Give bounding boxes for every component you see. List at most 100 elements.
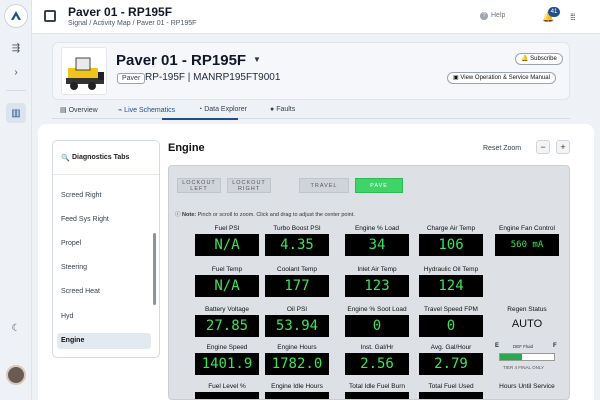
diag-item-screed-right[interactable]: Screed Right	[57, 188, 151, 204]
rail-divider	[6, 90, 26, 91]
asset-model-serial: RP-195F | MANRP195FT9001	[145, 72, 281, 83]
avatar[interactable]	[6, 365, 26, 385]
reset-zoom-button[interactable]: Reset Zoom	[483, 145, 521, 152]
gauge-label: Total Fuel Used	[428, 383, 474, 390]
left-rail: ⇶ › ▥ ☾	[0, 0, 32, 400]
dark-mode-icon[interactable]: ☾	[6, 318, 26, 338]
def-empty-label: E	[495, 343, 500, 349]
gauge-hours-until-service: Hours Until Service	[495, 382, 559, 391]
gauge-value: 4.35	[265, 234, 329, 256]
zoom-note: ⓘ Note: Pinch or scroll to zoom. Click a…	[175, 210, 355, 218]
gauge-label: Fuel Temp	[211, 266, 243, 273]
diagnostics-scrollbar[interactable]	[153, 233, 156, 305]
lockout-left-button[interactable]: LOCKOUT LEFT	[177, 178, 221, 193]
gauge-value: 34	[345, 234, 409, 256]
zoom-in-button[interactable]: +	[556, 140, 570, 154]
gauge-inlet-air-temp: Inlet Air Temp 123	[345, 265, 409, 297]
workflow-icon[interactable]: ⇶	[6, 38, 26, 58]
zoom-out-button[interactable]: −	[536, 140, 550, 154]
app-logo[interactable]	[4, 4, 28, 28]
pave-button[interactable]: PAVE	[355, 178, 403, 193]
gauge-fuel-temp: Fuel Temp N/A	[195, 265, 259, 297]
diag-item-steering[interactable]: Steering	[57, 260, 151, 276]
gauge-label: Inlet Air Temp	[357, 266, 397, 273]
gauge-fuel-psi: Fuel PSI N/A	[195, 224, 259, 256]
gauge-total-fuel-used: Total Fuel Used	[419, 382, 483, 399]
asset-dropdown-chevron-icon[interactable]: ▼	[253, 55, 261, 64]
help-link[interactable]: ? Help	[480, 12, 505, 20]
gauge-label: Coolant Temp	[277, 266, 317, 273]
gauge-label: Travel Speed FPM	[424, 306, 478, 313]
def-level-bar	[499, 353, 555, 361]
gauge-value: 53.94	[265, 315, 329, 337]
travel-button[interactable]: TRAVEL	[299, 178, 349, 193]
gauge-label: Turbo Boost PSI	[273, 225, 321, 232]
page-title: Paver 01 - RP195F	[68, 5, 173, 19]
def-level-fill	[500, 354, 522, 360]
tab-faults[interactable]: ● Faults	[270, 106, 295, 113]
gauge-value: 177	[265, 275, 329, 297]
diag-item-propel[interactable]: Propel	[57, 236, 151, 252]
gauge-label: Avg. Gal/Hour	[430, 344, 472, 351]
logo-icon	[11, 11, 21, 20]
diagnostics-title: Diagnostics Tabs	[72, 154, 130, 161]
tab-faults-label: Faults	[276, 106, 296, 113]
gauge-label: Engine Idle Hours	[271, 383, 323, 390]
breadcrumb[interactable]: Signal / Activity Map / Paver 01 - RP195…	[68, 20, 196, 27]
diag-item-screed-heat[interactable]: Screed Heat	[57, 284, 151, 300]
gauge-battery-voltage: Battery Voltage 27.85	[195, 305, 259, 337]
gauge-value: 1782.0	[265, 353, 329, 375]
regen-value: AUTO	[511, 318, 543, 330]
tab-live-schematics[interactable]: ⌁ Live Schematics	[118, 106, 175, 114]
gauge-engine-load: Engine % Load 34	[345, 224, 409, 256]
def-tier-note: TIER 4 FINAL ONLY	[503, 365, 545, 370]
gauge-value-partial	[265, 392, 329, 399]
asset-type-chip: Paver	[117, 73, 146, 84]
subscribe-button[interactable]: 🔔 Subscribe	[515, 53, 563, 65]
apps-grid-icon[interactable]: ⁞⁞⁞	[570, 12, 575, 22]
tab-data-explorer-label: Data Explorer	[204, 106, 247, 113]
gauge-value: 124	[419, 275, 483, 297]
def-label: DEF Fluid	[513, 344, 534, 349]
chevron-right-icon[interactable]: ›	[6, 62, 26, 82]
diag-item-hyd[interactable]: Hyd	[57, 309, 151, 325]
diag-item-engine[interactable]: Engine	[57, 333, 151, 349]
help-label: Help	[491, 12, 506, 19]
gauge-value: 27.85	[195, 315, 259, 337]
gauge-label: Fuel Level %	[208, 383, 246, 390]
top-header: Paver 01 - RP195F Signal / Activity Map …	[32, 0, 600, 34]
subscribe-label: Subscribe	[530, 56, 557, 62]
gauge-label: Engine Fan Control	[498, 225, 555, 232]
gauge-value: 0	[419, 315, 483, 337]
gauge-inst-gal-hr: Inst. Gal/Hr 2.56	[345, 343, 409, 375]
map-nav-icon[interactable]: ▥	[6, 103, 26, 123]
gauge-engine-hours: Engine Hours 1782.0	[265, 343, 329, 375]
def-full-label: F	[553, 343, 557, 349]
lockout-right-button[interactable]: LOCKOUT RIGHT	[227, 178, 271, 193]
asset-card: Paver 01 - RP195F ▼ Paver RP-195F | MANR…	[52, 42, 570, 100]
gauge-value: 0	[345, 315, 409, 337]
tab-overview[interactable]: ▤ Overview	[60, 106, 98, 114]
gauge-value: 2.79	[419, 353, 483, 375]
section-title: Engine	[168, 142, 205, 154]
gauge-value-partial	[195, 392, 259, 399]
gauge-label: Inst. Gal/Hr	[360, 344, 394, 351]
tab-bar: ▤ Overview ⌁ Live Schematics ◔ Data Expl…	[52, 101, 570, 120]
tab-overview-label: Overview	[68, 107, 98, 114]
gauge-engine-speed: Engine Speed 1401.9	[195, 343, 259, 375]
gauge-avg-gal-hour: Avg. Gal/Hour 2.79	[419, 343, 483, 375]
engine-schematic[interactable]: LOCKOUT LEFT LOCKOUT RIGHT TRAVEL PAVE ⓘ…	[168, 165, 570, 400]
diag-item-feed-sys-right[interactable]: Feed Sys Right	[57, 212, 151, 228]
gauge-engine-fan-control: Engine Fan Control 560 mA	[495, 224, 559, 256]
search-icon: 🔍	[61, 155, 70, 162]
active-tab-indicator	[162, 118, 238, 120]
regen-status: Regen Status AUTO	[495, 305, 559, 330]
gauge-value-partial	[345, 392, 409, 399]
gauge-total-idle-fuel-burn: Total Idle Fuel Burn	[345, 382, 409, 399]
gauge-label: Fuel PSI	[214, 225, 240, 232]
gauge-value: 1401.9	[195, 353, 259, 375]
tab-data-explorer[interactable]: ◔ Data Explorer	[198, 106, 247, 113]
gauge-label: Battery Voltage	[204, 306, 250, 313]
gauge-oil-psi: Oil PSI 53.94	[265, 305, 329, 337]
manual-button[interactable]: ▣ View Operation & Service Manual	[447, 72, 556, 84]
